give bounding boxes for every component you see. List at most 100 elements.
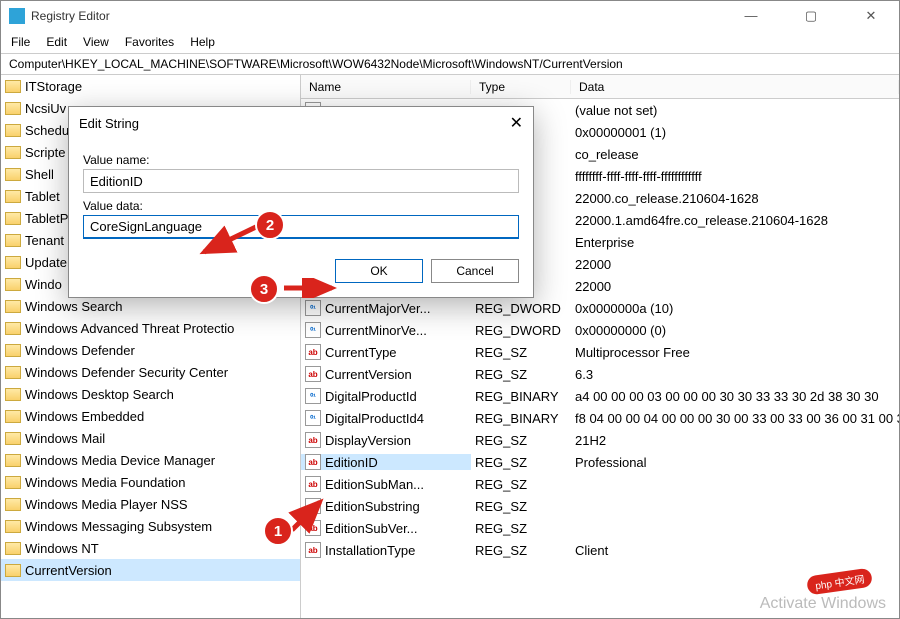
value-data-input[interactable]	[83, 215, 519, 239]
value-name: DisplayVersion	[325, 433, 411, 448]
value-data: 22000.1.amd64fre.co_release.210604-1628	[571, 213, 899, 228]
string-icon: ab	[305, 366, 321, 382]
tree-label: Windows Embedded	[25, 409, 144, 424]
tree-item[interactable]: Windows Media Foundation	[1, 471, 300, 493]
binary-icon: ⁰¹	[305, 322, 321, 338]
value-name: EditionSubVer...	[325, 521, 418, 536]
value-data: 6.3	[571, 367, 899, 382]
value-row[interactable]: abInstallationTypeREG_SZClient	[301, 539, 899, 561]
value-name: CurrentVersion	[325, 367, 412, 382]
value-row[interactable]: ⁰¹DigitalProductIdREG_BINARYa4 00 00 00 …	[301, 385, 899, 407]
value-row[interactable]: ⁰¹CurrentMinorVe...REG_DWORD0x00000000 (…	[301, 319, 899, 341]
value-row[interactable]: abEditionSubstringREG_SZ	[301, 495, 899, 517]
tree-item[interactable]: Windows Defender Security Center	[1, 361, 300, 383]
activate-watermark: Activate Windows	[760, 595, 886, 613]
value-type: REG_BINARY	[471, 411, 571, 426]
value-data: Professional	[571, 455, 899, 470]
tree-item[interactable]: ITStorage	[1, 75, 300, 97]
folder-icon	[5, 520, 21, 533]
value-type: REG_DWORD	[471, 323, 571, 338]
value-name: DigitalProductId4	[325, 411, 424, 426]
value-row[interactable]: abEditionSubVer...REG_SZ	[301, 517, 899, 539]
value-type: REG_SZ	[471, 521, 571, 536]
value-data: (value not set)	[571, 103, 899, 118]
folder-icon	[5, 366, 21, 379]
value-data: 0x00000000 (0)	[571, 323, 899, 338]
value-row[interactable]: abCurrentVersionREG_SZ6.3	[301, 363, 899, 385]
menubar: File Edit View Favorites Help	[1, 31, 899, 53]
folder-icon	[5, 256, 21, 269]
tree-item[interactable]: Windows Defender	[1, 339, 300, 361]
annotation-badge-2: 2	[255, 210, 285, 240]
value-data: ffffffff-ffff-ffff-ffff-ffffffffffff	[571, 169, 899, 184]
binary-icon: ⁰¹	[305, 410, 321, 426]
value-type: REG_BINARY	[471, 389, 571, 404]
tree-item[interactable]: Windows Mail	[1, 427, 300, 449]
ok-button[interactable]: OK	[335, 259, 423, 283]
minimize-button[interactable]: —	[731, 8, 771, 24]
tree-label: Shell	[25, 167, 54, 182]
folder-icon	[5, 234, 21, 247]
binary-icon: ⁰¹	[305, 388, 321, 404]
cancel-button[interactable]: Cancel	[431, 259, 519, 283]
value-type: REG_SZ	[471, 499, 571, 514]
close-button[interactable]: ✕	[851, 8, 891, 24]
tree-item[interactable]: Windows Messaging Subsystem	[1, 515, 300, 537]
tree-label: Tablet	[25, 189, 60, 204]
value-data: 0x0000000a (10)	[571, 301, 899, 316]
tree-item[interactable]: Windows Media Device Manager	[1, 449, 300, 471]
string-icon: ab	[305, 476, 321, 492]
dialog-title: Edit String	[79, 116, 510, 131]
tree-label: Windows Advanced Threat Protectio	[25, 321, 234, 336]
value-type: REG_SZ	[471, 455, 571, 470]
value-name-input[interactable]	[83, 169, 519, 193]
value-type: REG_SZ	[471, 543, 571, 558]
menu-edit[interactable]: Edit	[46, 35, 67, 49]
tree-item[interactable]: CurrentVersion	[1, 559, 300, 581]
tree-label: Windows Media Foundation	[25, 475, 185, 490]
value-type: REG_DWORD	[471, 301, 571, 316]
folder-icon	[5, 168, 21, 181]
folder-icon	[5, 542, 21, 555]
address-bar[interactable]: Computer\HKEY_LOCAL_MACHINE\SOFTWARE\Mic…	[1, 53, 899, 75]
tree-label: Windows Defender Security Center	[25, 365, 228, 380]
value-data: 22000	[571, 257, 899, 272]
folder-icon	[5, 476, 21, 489]
tree-item[interactable]: Windows Advanced Threat Protectio	[1, 317, 300, 339]
folder-icon	[5, 322, 21, 335]
annotation-arrow-3	[282, 278, 340, 298]
tree-item[interactable]: Windows Media Player NSS	[1, 493, 300, 515]
value-row[interactable]: ⁰¹CurrentMajorVer...REG_DWORD0x0000000a …	[301, 297, 899, 319]
menu-file[interactable]: File	[11, 35, 30, 49]
value-name: CurrentType	[325, 345, 397, 360]
value-row[interactable]: abCurrentTypeREG_SZMultiprocessor Free	[301, 341, 899, 363]
folder-icon	[5, 498, 21, 511]
col-name[interactable]: Name	[301, 80, 471, 94]
annotation-badge-3: 3	[249, 274, 279, 304]
col-data[interactable]: Data	[571, 80, 899, 94]
folder-icon	[5, 124, 21, 137]
close-icon[interactable]: ✕	[510, 113, 523, 133]
folder-icon	[5, 432, 21, 445]
tree-label: Windows Search	[25, 299, 123, 314]
menu-favorites[interactable]: Favorites	[125, 35, 174, 49]
menu-help[interactable]: Help	[190, 35, 215, 49]
tree-item[interactable]: Windows Embedded	[1, 405, 300, 427]
edit-string-dialog: Edit String ✕ Value name: Value data: OK…	[68, 106, 534, 298]
value-row[interactable]: abEditionSubMan...REG_SZ	[301, 473, 899, 495]
window-title: Registry Editor	[31, 9, 731, 23]
maximize-button[interactable]: ▢	[791, 8, 831, 24]
registry-editor-window: Registry Editor — ▢ ✕ File Edit View Favori…	[0, 0, 900, 619]
tree-item[interactable]: Windows Desktop Search	[1, 383, 300, 405]
value-data: 22000.co_release.210604-1628	[571, 191, 899, 206]
value-row[interactable]: ⁰¹DigitalProductId4REG_BINARYf8 04 00 00…	[301, 407, 899, 429]
menu-view[interactable]: View	[83, 35, 109, 49]
folder-icon	[5, 102, 21, 115]
tree-item[interactable]: Windows NT	[1, 537, 300, 559]
value-row[interactable]: abEditionIDREG_SZProfessional	[301, 451, 899, 473]
folder-icon	[5, 278, 21, 291]
col-type[interactable]: Type	[471, 80, 571, 94]
value-name: EditionID	[325, 455, 378, 470]
value-row[interactable]: abDisplayVersionREG_SZ21H2	[301, 429, 899, 451]
value-type: REG_SZ	[471, 345, 571, 360]
